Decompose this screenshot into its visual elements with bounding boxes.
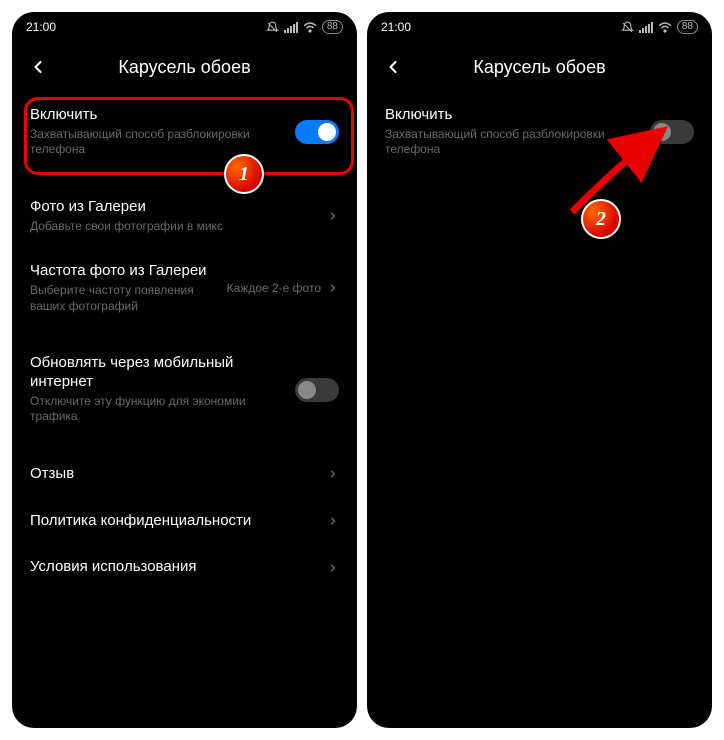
dnd-icon xyxy=(266,21,279,34)
header: Карусель обоев xyxy=(367,42,712,92)
enable-toggle[interactable] xyxy=(650,120,694,144)
toggle-knob xyxy=(298,381,316,399)
chevron-right-icon xyxy=(327,210,339,222)
row-title: Включить xyxy=(385,106,650,125)
dnd-icon xyxy=(621,21,634,34)
status-icons: 88 xyxy=(621,20,698,34)
settings-list: Включить Захватывающий способ разблокиро… xyxy=(367,92,712,172)
row-title: Обновлять через мобильный интернет xyxy=(30,354,295,392)
row-title: Фото из Галереи xyxy=(30,198,327,217)
status-bar: 21:00 88 xyxy=(367,12,712,42)
status-icons: 88 xyxy=(266,20,343,34)
row-subtitle: Выберите частоту появления ваших фотогра… xyxy=(30,283,227,314)
mobile-data-toggle[interactable] xyxy=(295,378,339,402)
battery-pill: 88 xyxy=(677,20,698,34)
chevron-right-icon xyxy=(327,282,339,294)
row-subtitle: Захватывающий способ разблокировки телеф… xyxy=(30,127,295,158)
phone-right: 21:00 88 Карусель обоев Включить Захваты… xyxy=(367,12,712,728)
row-subtitle: Добавьте свои фотографии в микс xyxy=(30,219,327,235)
enable-toggle[interactable] xyxy=(295,120,339,144)
wifi-icon xyxy=(658,22,672,33)
battery-pill: 88 xyxy=(322,20,343,34)
row-subtitle: Отключите эту функцию для экономии трафи… xyxy=(30,394,295,425)
annotation-badge-1: 1 xyxy=(224,154,264,194)
toggle-knob xyxy=(653,123,671,141)
row-frequency[interactable]: Частота фото из Галереи Выберите частоту… xyxy=(30,248,339,328)
row-title: Отзыв xyxy=(30,465,327,484)
status-time: 21:00 xyxy=(381,20,411,34)
row-gallery[interactable]: Фото из Галереи Добавьте свои фотографии… xyxy=(30,184,339,248)
header: Карусель обоев xyxy=(12,42,357,92)
wifi-icon xyxy=(303,22,317,33)
chevron-right-icon xyxy=(327,468,339,480)
page-title: Карусель обоев xyxy=(375,57,704,78)
row-terms[interactable]: Условия использования xyxy=(30,544,339,591)
row-mobile-data[interactable]: Обновлять через мобильный интернет Отклю… xyxy=(30,340,339,439)
row-title: Условия использования xyxy=(30,558,327,577)
phone-left: 21:00 88 Карусель обоев Включить Захваты… xyxy=(12,12,357,728)
toggle-knob xyxy=(318,123,336,141)
annotation-badge-2: 2 xyxy=(581,199,621,239)
row-value: Каждое 2-е фото xyxy=(227,281,321,295)
signal-icon xyxy=(639,22,653,33)
chevron-right-icon xyxy=(327,562,339,574)
row-feedback[interactable]: Отзыв xyxy=(30,451,339,498)
chevron-right-icon xyxy=(327,515,339,527)
row-title: Политика конфиденциальности xyxy=(30,512,327,531)
screenshot-pair: 21:00 88 Карусель обоев Включить Захваты… xyxy=(0,0,724,740)
row-enable[interactable]: Включить Захватывающий способ разблокиро… xyxy=(30,92,339,172)
row-subtitle: Захватывающий способ разблокировки телеф… xyxy=(385,127,650,158)
row-title: Частота фото из Галереи xyxy=(30,262,227,281)
signal-icon xyxy=(284,22,298,33)
row-privacy[interactable]: Политика конфиденциальности xyxy=(30,498,339,545)
status-time: 21:00 xyxy=(26,20,56,34)
page-title: Карусель обоев xyxy=(20,57,349,78)
status-bar: 21:00 88 xyxy=(12,12,357,42)
row-enable[interactable]: Включить Захватывающий способ разблокиро… xyxy=(385,92,694,172)
settings-list: Включить Захватывающий способ разблокиро… xyxy=(12,92,357,591)
row-title: Включить xyxy=(30,106,295,125)
